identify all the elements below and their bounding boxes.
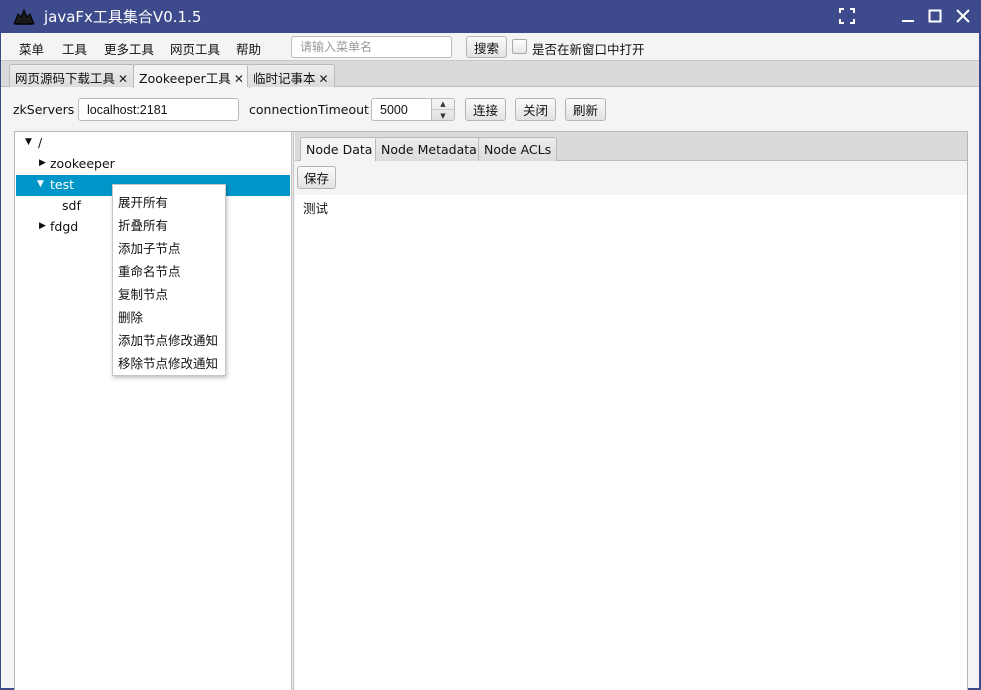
menu-item-rename-node[interactable]: 重命名节点 [118,261,181,280]
menu-item-copy-node[interactable]: 复制节点 [118,284,168,303]
new-window-label: 是否在新窗口中打开 [532,42,645,57]
minimize-icon [902,20,914,22]
menu-item-more-tools[interactable]: 更多工具 [104,39,154,58]
app-logo-icon [13,8,35,25]
zk-servers-label: zkServers [13,102,75,117]
window-title: javaFx工具集合V0.1.5 [44,8,202,26]
menu-item-tools[interactable]: 工具 [62,39,87,58]
menu-bar: 菜单 工具 更多工具 网页工具 帮助 搜索 是否在新窗口中打开 [1,33,979,60]
close-icon [956,9,970,23]
fullscreen-icon [839,8,855,24]
tree-node-zookeeper[interactable]: ▶ zookeeper [16,154,290,175]
search-button[interactable]: 搜索 [466,36,507,58]
tab-zookeeper-tool[interactable]: Zookeeper工具 ✕ [133,64,250,88]
zk-servers-input[interactable] [78,98,239,121]
tree-context-menu: 展开所有 折叠所有 添加子节点 重命名节点 复制节点 删除 添加节点修改通知 移… [112,184,226,376]
new-window-checkbox[interactable] [512,39,527,54]
connection-timeout-input[interactable] [371,98,432,121]
collapsed-arrow-icon[interactable]: ▶ [39,158,46,168]
menu-item-collapse-all[interactable]: 折叠所有 [118,215,168,234]
menu-item-help[interactable]: 帮助 [236,39,261,58]
menu-item-delete[interactable]: 删除 [118,307,143,326]
spinner-down-icon[interactable]: ▼ [432,110,454,121]
close-icon[interactable]: ✕ [118,72,128,86]
timeout-spinner[interactable]: ▲ ▼ [431,98,455,121]
tree-node-label: test [50,177,75,192]
tab-node-data[interactable]: Node Data [300,137,379,161]
tree-node-label: fdgd [50,219,79,234]
tab-node-acls[interactable]: Node ACLs [478,137,558,161]
split-divider[interactable] [291,132,294,690]
node-data-textarea[interactable]: 测试 [295,195,967,690]
save-button[interactable]: 保存 [297,166,336,189]
close-connection-button[interactable]: 关闭 [515,98,556,121]
connect-button[interactable]: 连接 [465,98,506,121]
main-tab-bar: 网页源码下载工具 ✕ Zookeeper工具 ✕ 临时记事本 ✕ [1,60,979,88]
menu-item-add-watch[interactable]: 添加节点修改通知 [118,330,218,349]
tree-node-label: / [38,135,43,150]
node-data-content: 测试 [303,201,329,216]
detail-tab-bar: Node Data Node Metadata Node ACLs [295,132,967,161]
menu-item-menu[interactable]: 菜单 [19,39,44,58]
menu-item-expand-all[interactable]: 展开所有 [118,192,168,211]
tree-node-root[interactable]: ▼ / [16,133,290,154]
node-detail-panel: Node Data Node Metadata Node ACLs 保存 测试 [295,132,967,690]
tab-node-metadata[interactable]: Node Metadata [375,137,483,161]
maximize-icon [928,9,942,23]
close-window-button[interactable] [952,5,974,27]
menu-item-web-tools[interactable]: 网页工具 [170,39,220,58]
tab-label: 网页源码下载工具 [15,71,116,86]
tab-web-source-downloader[interactable]: 网页源码下载工具 ✕ [9,64,135,87]
spinner-up-icon[interactable]: ▲ [432,99,454,110]
menu-search-input[interactable] [291,36,452,58]
tab-temp-notepad[interactable]: 临时记事本 ✕ [247,64,335,87]
tree-node-label: zookeeper [50,156,115,171]
minimize-button[interactable] [897,5,919,27]
fullscreen-button[interactable] [836,5,858,27]
expanded-arrow-icon[interactable]: ▼ [37,179,44,189]
menu-item-add-child-node[interactable]: 添加子节点 [118,238,181,257]
expanded-arrow-icon[interactable]: ▼ [25,137,32,147]
tree-node-label: sdf [62,198,81,213]
maximize-button[interactable] [924,5,946,27]
connection-timeout-label: connectionTimeout [249,102,369,117]
menu-item-remove-watch[interactable]: 移除节点修改通知 [118,353,218,372]
collapsed-arrow-icon[interactable]: ▶ [39,221,46,231]
tab-label: Zookeeper工具 [139,71,231,86]
title-bar: javaFx工具集合V0.1.5 [0,0,981,33]
refresh-button[interactable]: 刷新 [565,98,606,121]
close-icon[interactable]: ✕ [319,72,329,86]
close-icon[interactable]: ✕ [234,72,244,86]
tab-label: 临时记事本 [253,71,316,86]
